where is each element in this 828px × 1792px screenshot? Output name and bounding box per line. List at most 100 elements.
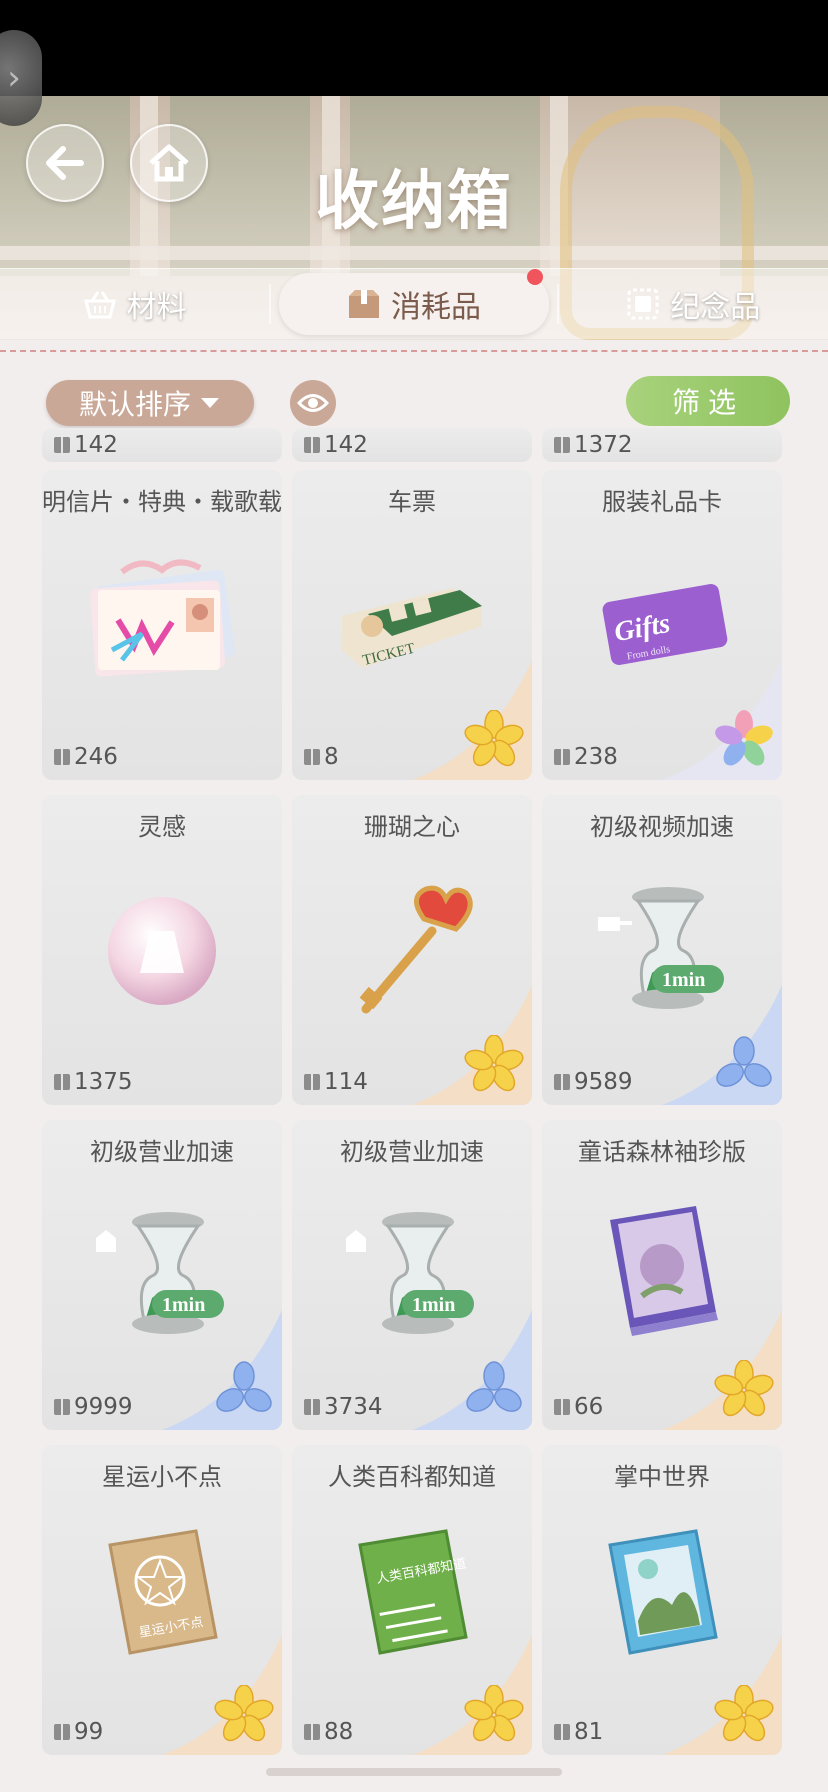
box-icon [554, 1399, 570, 1415]
item-card[interactable]: 珊瑚之心 114 [292, 795, 532, 1105]
book-purple-icon [610, 1206, 718, 1336]
tab-label: 材料 [126, 290, 187, 325]
item-name: 珊瑚之心 [364, 813, 460, 841]
stamp-icon [627, 288, 659, 320]
item-card[interactable]: 初级营业加速 1min 9999 [42, 1120, 282, 1430]
gold-flower-icon [214, 1685, 274, 1742]
item-count: 1375 [54, 1069, 133, 1095]
rainbow-flower-icon [715, 710, 773, 766]
box-icon [54, 437, 70, 453]
eye-icon [297, 394, 329, 412]
gold-flower-icon [464, 1035, 524, 1092]
item-count-value: 9589 [574, 1069, 633, 1095]
item-count-value: 81 [574, 1719, 604, 1745]
item-card-partial[interactable]: 142 [292, 428, 532, 462]
ticket-icon: TICKET [342, 588, 482, 669]
item-card[interactable]: 童话森林袖珍版 66 [542, 1120, 782, 1430]
speed-label: 1min [162, 1294, 205, 1316]
item-card[interactable]: 初级视频加速 1min 9589 [542, 795, 782, 1105]
box-icon [54, 749, 70, 765]
item-count: 9589 [554, 1069, 633, 1095]
item-count: 238 [554, 744, 618, 770]
item-card[interactable]: 初级营业加速 1min 3734 [292, 1120, 532, 1430]
item-name: 初级视频加速 [590, 813, 734, 841]
status-bar [0, 0, 828, 96]
box-icon [304, 1724, 320, 1740]
blue-flower-icon [216, 1361, 272, 1412]
item-name: 灵感 [138, 813, 186, 841]
gold-flower-icon [714, 1685, 774, 1742]
visibility-toggle-button[interactable] [290, 380, 336, 426]
postcard-icon [90, 559, 235, 677]
item-count-value: 8 [324, 744, 339, 770]
item-count-value: 246 [74, 744, 118, 770]
item-name: 车票 [388, 488, 436, 516]
item-name: 掌中世界 [614, 1463, 710, 1491]
tab-label: 消耗品 [390, 290, 481, 325]
section-divider [0, 350, 828, 352]
item-count-value: 88 [324, 1719, 354, 1745]
sort-dropdown[interactable]: 默认排序 [46, 380, 254, 426]
item-card[interactable]: 明信片・特典・载歌载 246 [42, 470, 282, 780]
box-icon [304, 1399, 320, 1415]
gift-card-icon: Gifts From dolls [602, 583, 728, 665]
item-name: 童话森林袖珍版 [578, 1138, 746, 1166]
item-count-value: 238 [574, 744, 618, 770]
item-count-value: 142 [324, 432, 368, 458]
caret-down-icon [201, 398, 219, 408]
item-card-partial[interactable]: 1372 [542, 428, 782, 462]
gold-flower-icon [714, 1360, 774, 1417]
item-count: 1372 [554, 432, 633, 458]
item-count-value: 142 [74, 432, 118, 458]
tab-consumables[interactable]: 消耗品 [279, 269, 549, 335]
item-card-partial[interactable]: 142 [42, 428, 282, 462]
item-name: 星运小不点 [102, 1463, 222, 1491]
item-card[interactable]: 人类百科都知道 人类百科都知道 88 [292, 1445, 532, 1755]
tab-souvenirs[interactable]: 纪念品 [559, 273, 828, 335]
tab-label: 纪念品 [670, 290, 761, 325]
book-green-icon: 人类百科都知道 [358, 1529, 468, 1655]
item-count-value: 9999 [74, 1394, 133, 1420]
item-grid: 142 142 1372 明信片・特典・载歌载 246 车票 TICKET 8 … [0, 428, 828, 1792]
chevron-right-icon: › [7, 58, 21, 98]
item-count: 246 [54, 744, 118, 770]
speed-label: 1min [412, 1294, 455, 1316]
item-count: 142 [304, 432, 368, 458]
item-count: 142 [54, 432, 118, 458]
hourglass-icon: 1min [598, 887, 724, 1009]
heart-key-icon [359, 885, 473, 1014]
item-name: 初级营业加速 [90, 1138, 234, 1166]
scrollbar[interactable] [266, 1768, 562, 1776]
item-count-value: 1375 [74, 1069, 133, 1095]
tab-materials[interactable]: 材料 [0, 273, 269, 335]
item-count-value: 99 [74, 1719, 104, 1745]
box-icon [304, 1074, 320, 1090]
item-card[interactable]: 星运小不点 星运小不点 99 [42, 1445, 282, 1755]
item-count-value: 1372 [574, 432, 633, 458]
sort-label: 默认排序 [78, 388, 191, 421]
notification-dot [526, 269, 543, 285]
item-name: 明信片・特典・载歌载 [42, 488, 282, 516]
box-icon [54, 1724, 70, 1740]
item-card[interactable]: 灵感 1375 [42, 795, 282, 1105]
item-count-value: 114 [324, 1069, 368, 1095]
basket-icon [83, 291, 116, 319]
gold-flower-icon [464, 710, 524, 767]
item-count: 66 [554, 1394, 603, 1420]
box-icon [554, 1724, 570, 1740]
box-icon [304, 749, 320, 765]
box-icon [54, 1399, 70, 1415]
item-card[interactable]: 服装礼品卡 Gifts From dolls 238 [542, 470, 782, 780]
blue-flower-icon [716, 1036, 772, 1087]
item-count: 99 [54, 1719, 103, 1745]
filter-button[interactable]: 筛选 [626, 376, 790, 426]
item-name: 初级营业加速 [340, 1138, 484, 1166]
floating-assist-ball[interactable]: › [0, 30, 42, 126]
item-count-value: 3734 [324, 1394, 383, 1420]
book-blue-icon [608, 1529, 718, 1655]
item-card[interactable]: 车票 TICKET 8 [292, 470, 532, 780]
item-card[interactable]: 掌中世界 81 [542, 1445, 782, 1755]
box-icon [554, 749, 570, 765]
speed-label: 1min [662, 969, 705, 991]
box-icon [304, 437, 320, 453]
